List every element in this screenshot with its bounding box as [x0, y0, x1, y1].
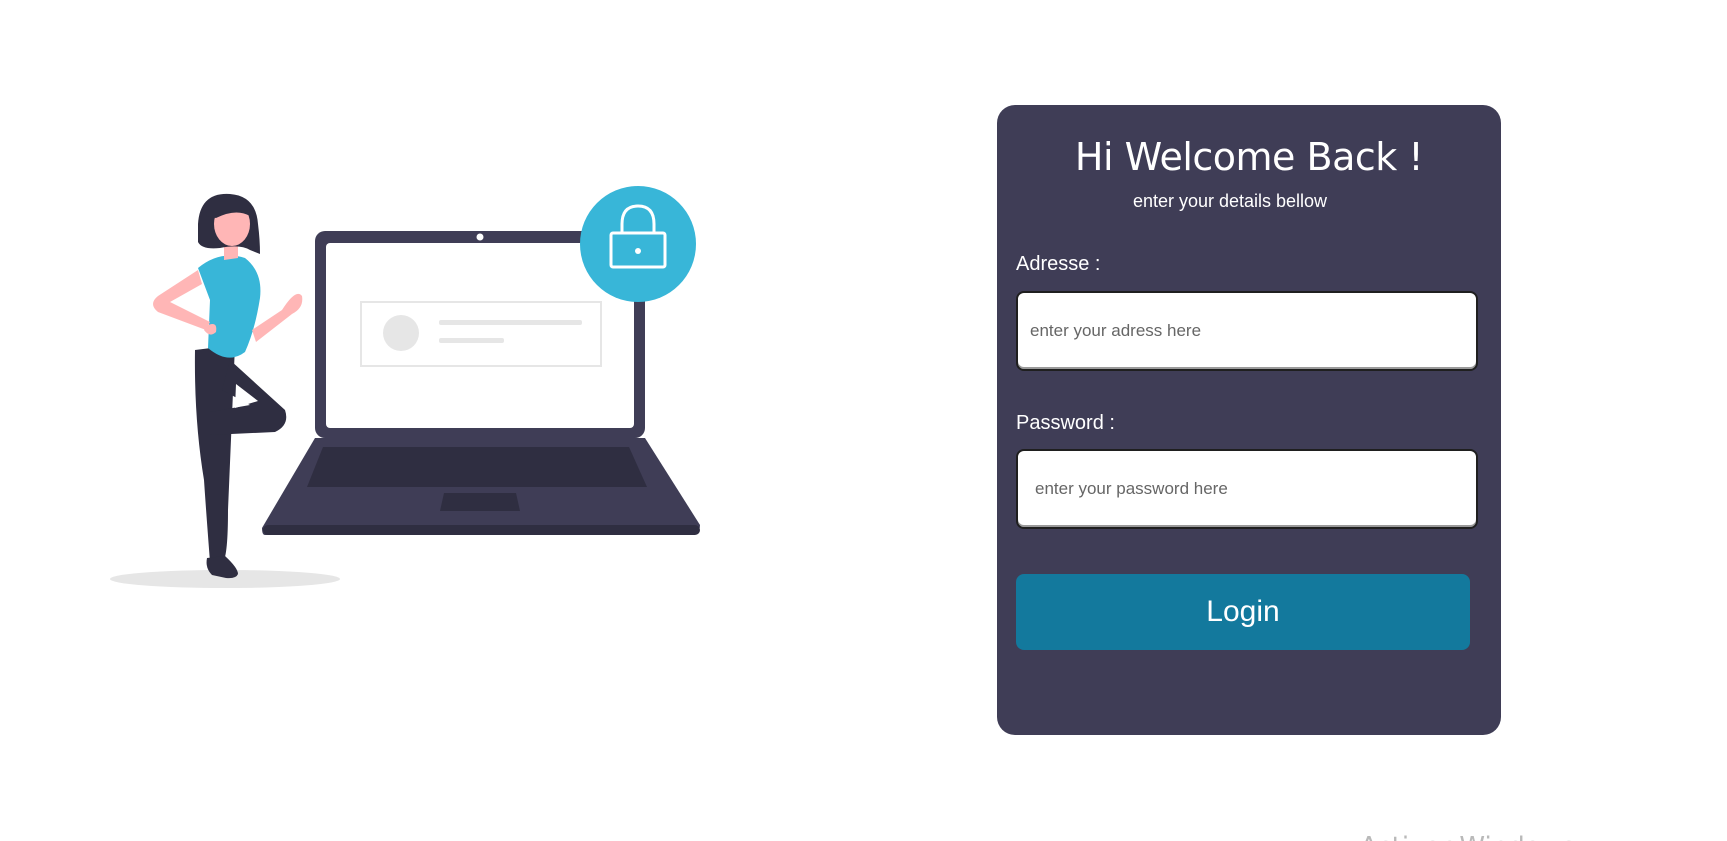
address-input[interactable] [1016, 291, 1478, 371]
password-label: Password : [1016, 412, 1115, 434]
login-illustration [110, 186, 700, 588]
login-button[interactable]: Login [1016, 574, 1470, 650]
login-card: Hi Welcome Back ! enter your details bel… [997, 105, 1501, 735]
welcome-subtitle: enter your details bellow [1132, 191, 1328, 211]
laptop-base-edge [263, 525, 700, 535]
screen-line-long [439, 320, 582, 325]
activate-windows-watermark: Activer Windows [1360, 832, 1575, 841]
address-label: Adresse : [1016, 253, 1101, 275]
lock-circle [580, 186, 696, 302]
screen-avatar [383, 315, 419, 351]
password-input[interactable] [1016, 449, 1478, 529]
laptop-keyboard [307, 447, 647, 487]
laptop-trackpad [440, 493, 520, 511]
padlock-keyhole [635, 248, 641, 254]
login-page: Hi Welcome Back ! enter your details bel… [0, 0, 1727, 841]
welcome-title: Hi Welcome Back ! [1074, 135, 1424, 179]
screen-line-short [439, 338, 504, 343]
laptop-camera [476, 233, 484, 241]
